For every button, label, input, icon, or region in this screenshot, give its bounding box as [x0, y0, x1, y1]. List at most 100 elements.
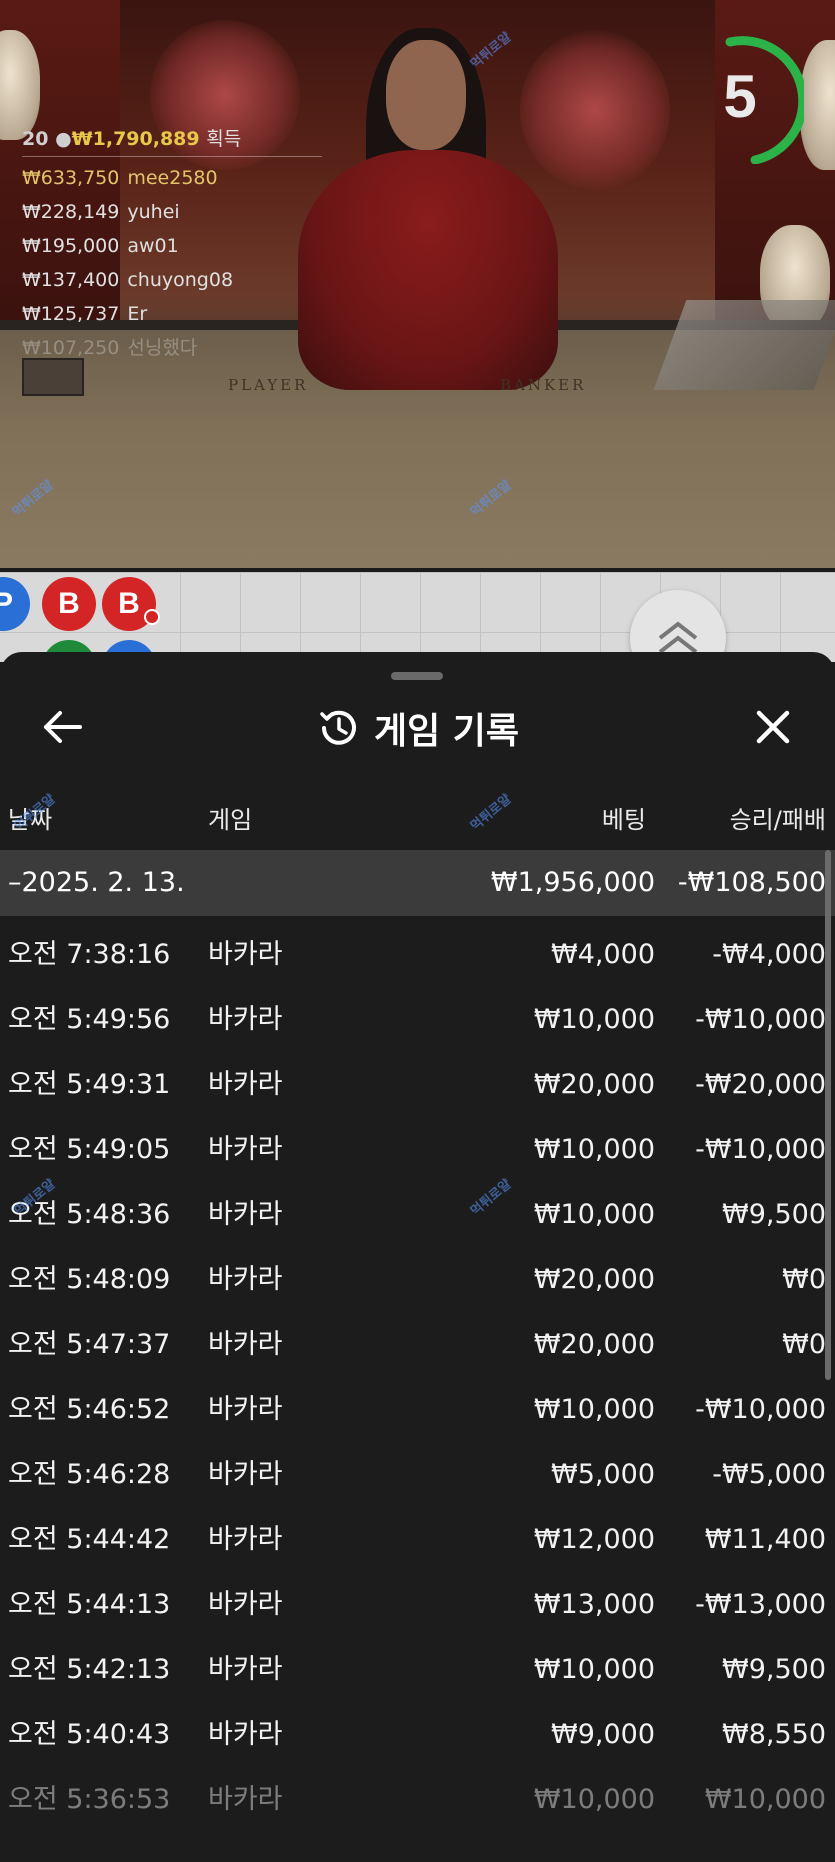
winner-amount: ₩228,149 [22, 201, 120, 223]
close-button[interactable] [746, 700, 800, 754]
divider [22, 156, 322, 157]
watermark: 먹튀로얄 [468, 29, 515, 73]
winners-label: 획득 [206, 128, 242, 150]
history-row[interactable]: 오전 7:38:16 바카라 ₩4,000 -₩4,000 [0, 922, 835, 987]
history-row[interactable]: 오전 5:48:09 바카라 ₩20,000 ₩0 [0, 1247, 835, 1312]
history-time: 오전 5:47:37 [8, 1329, 171, 1360]
history-result: ₩9,500 [722, 1199, 826, 1230]
scrollbar[interactable] [825, 850, 831, 1380]
history-list: 오전 7:38:16 바카라 ₩4,000 -₩4,000 오전 5:49:56 바카라 ₩… [0, 922, 835, 1832]
card-shoe [653, 300, 835, 390]
history-game: 바카라 [208, 1134, 283, 1165]
date-group-row[interactable]: –2025. 2. 13. ₩1,956,000 -₩108,500 [0, 850, 835, 916]
history-row[interactable]: 오전 5:36:53 바카라 ₩10,000 ₩10,000 [0, 1767, 835, 1832]
history-game: 바카라 [208, 1459, 283, 1490]
winner-name: chuyong08 [127, 269, 234, 291]
history-game: 바카라 [208, 1069, 283, 1100]
winner-row: ₩228,149 yuhei [22, 195, 352, 229]
history-row[interactable]: 오전 5:49:05 바카라 ₩10,000 -₩10,000 [0, 1117, 835, 1182]
live-video-stream: PLAYER BANKER 먹튀로얄 먹튀로얄 먹튀로얄 20 ●₩1,790,… [0, 0, 835, 568]
history-result: -₩10,000 [695, 1134, 826, 1165]
date-group-label: –2025. 2. 13. [8, 867, 185, 898]
history-result: -₩10,000 [695, 1394, 826, 1425]
history-row[interactable]: 오전 5:47:37 바카라 ₩20,000 ₩0 [0, 1312, 835, 1377]
winner-name: mee2580 [127, 167, 218, 189]
winner-amount: ₩137,400 [22, 269, 120, 291]
winner-amount: ₩633,750 [22, 167, 120, 189]
history-row[interactable]: 오전 5:49:31 바카라 ₩20,000 -₩20,000 [0, 1052, 835, 1117]
column-header-bet[interactable]: 베팅 [602, 800, 646, 840]
date-group-result-total: -₩108,500 [677, 867, 826, 898]
game-history-sheet: 게임 기록 날짜 게임 베팅 승리/패배 –2025. 2. 13. ₩1,95… [0, 652, 835, 1862]
history-game: 바카라 [208, 1524, 283, 1555]
pair-dot [144, 609, 160, 625]
history-result: -₩13,000 [695, 1589, 826, 1620]
history-bet: ₩5,000 [551, 1459, 655, 1490]
history-game: 바카라 [208, 1654, 283, 1685]
history-result: ₩0 [782, 1264, 826, 1295]
bead-banker: B [42, 577, 96, 631]
sheet-drag-handle[interactable] [391, 672, 443, 680]
history-row[interactable]: 오전 5:40:43 바카라 ₩9,000 ₩8,550 [0, 1702, 835, 1767]
winner-amount: ₩125,737 [22, 303, 120, 325]
history-game: 바카라 [208, 1199, 283, 1230]
winner-name: aw01 [127, 235, 179, 257]
history-bet: ₩9,000 [551, 1719, 655, 1750]
timer-value: 5 [723, 63, 757, 130]
history-time: 오전 5:42:13 [8, 1654, 171, 1685]
history-icon [320, 710, 356, 745]
column-header-game[interactable]: 게임 [208, 800, 252, 840]
history-result: ₩10,000 [704, 1784, 826, 1815]
history-time: 오전 5:40:43 [8, 1719, 171, 1750]
winners-total: ₩1,790,889 [71, 128, 200, 150]
history-row[interactable]: 오전 5:46:28 바카라 ₩5,000 -₩5,000 [0, 1442, 835, 1507]
history-time: 오전 5:46:52 [8, 1394, 171, 1425]
banker-area-label: BANKER [500, 376, 587, 394]
bead-label: B [118, 587, 140, 620]
winner-amount: ₩107,250 [22, 337, 120, 359]
history-bet: ₩10,000 [533, 1199, 655, 1230]
history-time: 오전 7:38:16 [8, 939, 171, 970]
history-game: 바카라 [208, 1004, 283, 1035]
history-result: -₩4,000 [712, 939, 826, 970]
history-bet: ₩20,000 [533, 1069, 655, 1100]
history-result: ₩8,550 [722, 1719, 826, 1750]
history-bet: ₩10,000 [533, 1394, 655, 1425]
history-game: 바카라 [208, 939, 283, 970]
bet-countdown-timer: 5 [700, 34, 804, 164]
person-icon: ● [55, 128, 72, 150]
history-game: 바카라 [208, 1394, 283, 1425]
winner-row: ₩125,737 Er [22, 297, 352, 331]
history-time: 오전 5:49:31 [8, 1069, 171, 1100]
winners-header: 20 ●₩1,790,889 획득 [22, 124, 352, 154]
winner-row: ₩633,750 mee2580 [22, 161, 352, 195]
history-bet: ₩10,000 [533, 1004, 655, 1035]
bead-player: P [0, 577, 30, 631]
winner-row: ₩195,000 aw01 [22, 229, 352, 263]
history-row[interactable]: 오전 5:44:42 바카라 ₩12,000 ₩11,400 [0, 1507, 835, 1572]
history-result: -₩10,000 [695, 1004, 826, 1035]
history-game: 바카라 [208, 1329, 283, 1360]
column-header-result[interactable]: 승리/패배 [730, 800, 826, 840]
history-row[interactable]: 오전 5:42:13 바카라 ₩10,000 ₩9,500 [0, 1637, 835, 1702]
history-time: 오전 5:49:05 [8, 1134, 171, 1165]
history-result: -₩20,000 [695, 1069, 826, 1100]
history-bet: ₩20,000 [533, 1329, 655, 1360]
history-result: ₩11,400 [704, 1524, 826, 1555]
history-bet: ₩10,000 [533, 1654, 655, 1685]
winners-count: 20 [22, 128, 49, 150]
date-group-bet-total: ₩1,956,000 [490, 867, 655, 898]
winners-list: 20 ●₩1,790,889 획득 ₩633,750 mee2580 ₩228,14… [22, 124, 352, 365]
bead-banker: B [102, 577, 160, 631]
close-icon [756, 710, 790, 744]
history-time: 오전 5:44:42 [8, 1524, 171, 1555]
history-time: 오전 5:46:28 [8, 1459, 171, 1490]
winner-name: 선닝했다 [127, 337, 198, 359]
history-row[interactable]: 오전 5:49:56 바카라 ₩10,000 -₩10,000 [0, 987, 835, 1052]
history-game: 바카라 [208, 1784, 283, 1815]
history-row[interactable]: 오전 5:44:13 바카라 ₩13,000 -₩13,000 [0, 1572, 835, 1637]
history-bet: ₩20,000 [533, 1264, 655, 1295]
history-row[interactable]: 오전 5:46:52 바카라 ₩10,000 -₩10,000 [0, 1377, 835, 1442]
history-time: 오전 5:49:56 [8, 1004, 171, 1035]
history-row[interactable]: 오전 5:48:36 바카라 ₩10,000 ₩9,500 [0, 1182, 835, 1247]
